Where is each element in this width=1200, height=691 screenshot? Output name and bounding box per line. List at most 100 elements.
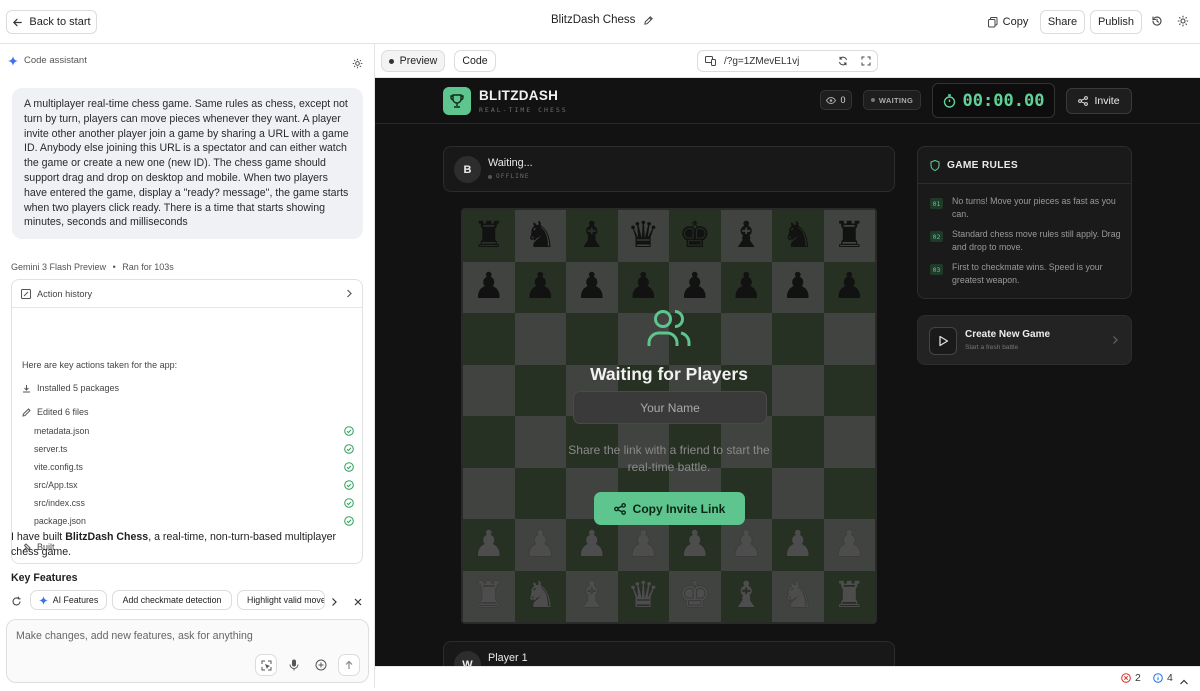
- tab-code[interactable]: Code: [454, 50, 496, 72]
- player-name-placeholder: Your Name: [640, 400, 700, 415]
- tab-preview[interactable]: Preview: [381, 50, 445, 72]
- edited-line: Edited 6 files: [22, 407, 89, 417]
- edited-text: Edited 6 files: [37, 407, 89, 417]
- info-icon: [1153, 673, 1163, 683]
- rule-text: No turns! Move your pieces as fast as yo…: [952, 196, 1116, 219]
- copy-invite-label: Copy Invite Link: [632, 501, 726, 516]
- chip-label: Add checkmate detection: [122, 595, 222, 605]
- player-name-input[interactable]: Your Name: [573, 391, 767, 424]
- tab-code-label: Code: [462, 55, 488, 67]
- file-name: src/index.css: [34, 498, 85, 508]
- check-circle-icon: [344, 444, 354, 454]
- waiting-title: Waiting for Players: [590, 364, 748, 384]
- project-title: BlitzDash Chess: [551, 14, 636, 26]
- share-button[interactable]: Share: [1040, 10, 1085, 34]
- check-circle-icon: [344, 498, 354, 508]
- installed-line: Installed 5 packages: [22, 383, 119, 393]
- edited-file-row[interactable]: metadata.json: [34, 426, 354, 436]
- game-rules-title: GAME RULES: [947, 159, 1018, 171]
- chess-board: ♜♞♝♛♚♝♞♜♟♟♟♟♟♟♟♟♟♟♟♟♟♟♟♟♜♞♝♛♚♝♞♜ Waiting…: [461, 208, 877, 624]
- send-button[interactable]: [338, 654, 360, 676]
- info-count[interactable]: 4: [1153, 672, 1173, 684]
- offline-dot-icon: [488, 174, 492, 179]
- create-new-game-title: Create New Game: [965, 329, 1051, 340]
- close-icon[interactable]: [353, 594, 363, 612]
- key-features-heading: Key Features: [11, 572, 78, 584]
- status-dot-icon: [870, 98, 875, 102]
- chip-highlight-moves[interactable]: Highlight valid move: [237, 590, 325, 610]
- assistant-panel: Code assistant A multiplayer real-time c…: [0, 44, 375, 688]
- add-icon[interactable]: [310, 654, 332, 676]
- action-history-card: Action history Here are key actions take…: [11, 279, 363, 564]
- chat-input[interactable]: Make changes, add new features, ask for …: [6, 619, 369, 683]
- chips-next-icon[interactable]: [330, 594, 338, 612]
- settings-gear-icon[interactable]: [1176, 14, 1190, 28]
- url-bar[interactable]: /?g=1ZMevEL1vj: [697, 50, 878, 72]
- file-name: metadata.json: [34, 426, 90, 436]
- download-icon: [23, 384, 30, 392]
- chevron-right-icon: [347, 289, 352, 298]
- copy-button[interactable]: Copy: [983, 10, 1033, 34]
- assistant-header: Code assistant: [8, 55, 87, 66]
- create-new-game-button[interactable]: Create New Game Start a fresh battle: [917, 315, 1132, 365]
- play-icon: [929, 327, 957, 355]
- check-circle-icon: [344, 480, 354, 490]
- microphone-icon[interactable]: [283, 654, 305, 676]
- summary-text: I have built BlitzDash Chess, a real-tim…: [11, 530, 366, 560]
- invite-button[interactable]: Invite: [1066, 88, 1132, 114]
- copy-invite-link-button[interactable]: Copy Invite Link: [594, 492, 745, 525]
- check-circle-icon: [344, 516, 354, 526]
- chevron-up-icon[interactable]: [1179, 673, 1189, 691]
- tab-preview-label: Preview: [399, 55, 438, 67]
- rule-text: Standard chess move rules still apply. D…: [952, 229, 1121, 252]
- action-history-header[interactable]: Action history: [12, 280, 362, 308]
- rule-number: 01: [930, 198, 943, 209]
- file-name: server.ts: [34, 444, 68, 454]
- back-to-start-button[interactable]: Back to start: [6, 10, 97, 34]
- chip-label: AI Features: [52, 595, 99, 605]
- pencil-icon: [22, 407, 31, 417]
- preview-panel: Preview Code /?g=1ZMevEL1vj BLITZDASH RE…: [375, 44, 1200, 688]
- player-name: Player 1: [488, 652, 528, 664]
- edited-file-row[interactable]: vite.config.ts: [34, 462, 354, 472]
- device-icon: [705, 56, 716, 66]
- fullscreen-icon[interactable]: [861, 56, 871, 66]
- avatar: W: [454, 651, 481, 666]
- game-rules-card: GAME RULES 01 No turns! Move your pieces …: [917, 146, 1132, 299]
- summary-pre: I have built: [11, 531, 66, 543]
- edited-file-row[interactable]: src/index.css: [34, 498, 354, 508]
- url-text: /?g=1ZMevEL1vj: [724, 55, 800, 67]
- pencil-icon[interactable]: [643, 15, 654, 26]
- history-icon[interactable]: [1150, 14, 1164, 28]
- copy-label: Copy: [1002, 16, 1029, 28]
- file-name: src/App.tsx: [34, 480, 78, 490]
- rule-number: 03: [930, 264, 943, 275]
- chess-app: BLITZDASH REAL-TIME CHESS 0 WAITING 00:0…: [375, 78, 1200, 666]
- select-element-icon[interactable]: [255, 654, 277, 676]
- chip-add-checkmate[interactable]: Add checkmate detection: [112, 590, 232, 610]
- rule-text: First to checkmate wins. Speed is your g…: [952, 262, 1103, 285]
- status-badge: WAITING: [863, 90, 921, 110]
- refresh-icon[interactable]: [838, 56, 848, 66]
- error-icon: [1121, 673, 1131, 683]
- check-circle-icon: [344, 462, 354, 472]
- chevron-right-icon: [1113, 336, 1118, 344]
- arrow-up-icon: [345, 660, 353, 669]
- edited-file-row[interactable]: src/App.tsx: [34, 480, 354, 490]
- trophy-icon: [443, 87, 471, 115]
- publish-button[interactable]: Publish: [1090, 10, 1142, 34]
- run-meta: Gemini 3 Flash Preview • Ran for 103s: [11, 262, 174, 272]
- top-bar: Back to start BlitzDash Chess Copy Share…: [0, 0, 1200, 44]
- users-icon: [647, 310, 691, 346]
- refresh-suggestions-icon[interactable]: [11, 594, 22, 612]
- edited-file-row[interactable]: package.json: [34, 516, 354, 526]
- edited-file-row[interactable]: server.ts: [34, 444, 354, 454]
- assistant-settings-icon[interactable]: [352, 56, 363, 74]
- share-instructions: Share the link with a friend to start th…: [568, 443, 770, 474]
- opponent-status: OFFLINE: [488, 173, 530, 180]
- error-count[interactable]: 2: [1121, 672, 1141, 684]
- rule-item: 03 First to checkmate wins. Speed is your…: [930, 261, 1126, 287]
- chip-ai-features[interactable]: AI Features: [30, 590, 107, 610]
- sparkle-icon: [38, 595, 48, 605]
- assistant-label: Code assistant: [24, 55, 87, 66]
